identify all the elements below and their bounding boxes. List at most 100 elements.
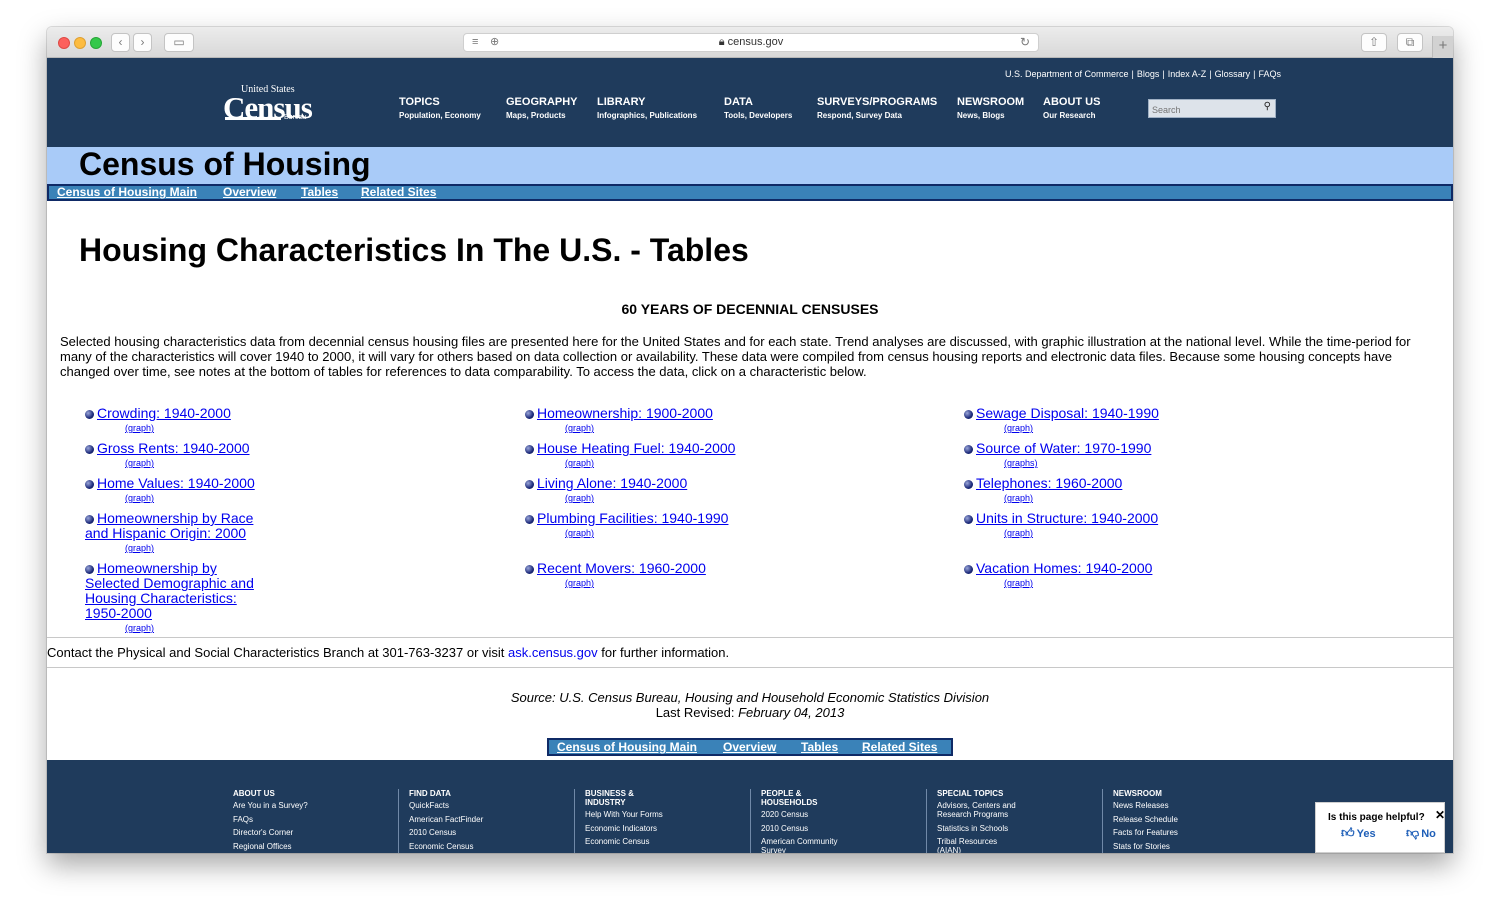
characteristic-link[interactable]: Vacation Homes: 1940-2000 bbox=[964, 561, 1224, 576]
nav-library[interactable]: LIBRARY Infographics, Publications bbox=[597, 96, 697, 120]
reload-icon[interactable]: ↻ bbox=[1020, 34, 1030, 51]
characteristic-link[interactable]: Crowding: 1940-2000 bbox=[85, 406, 305, 421]
census-logo[interactable]: United States Census Bureau bbox=[223, 84, 315, 125]
footer-link[interactable]: Director's Corner bbox=[233, 828, 403, 837]
forward-button[interactable]: › bbox=[133, 33, 152, 52]
nav-newsroom[interactable]: NEWSROOM News, Blogs bbox=[957, 96, 1024, 120]
characteristic-link[interactable]: Gross Rents: 1940-2000 bbox=[85, 441, 305, 456]
footer-link[interactable]: 2020 Census bbox=[761, 810, 920, 819]
footer-link[interactable]: Statistics in Schools bbox=[937, 824, 1096, 833]
graph-link[interactable]: (graph) bbox=[125, 458, 305, 468]
characteristic-link[interactable]: Source of Water: 1970-1990 bbox=[964, 441, 1224, 456]
bottom-subnav-link-main[interactable]: Census of Housing Main bbox=[557, 740, 697, 754]
list-item: Units in Structure: 1940-2000 (graph) bbox=[964, 511, 1224, 561]
sidebar-button[interactable]: ▭ bbox=[164, 33, 194, 52]
nav-surveys-programs[interactable]: SURVEYS/PROGRAMS Respond, Survey Data bbox=[817, 96, 937, 120]
characteristic-link[interactable]: Homeownership: 1900-2000 bbox=[525, 406, 785, 421]
source-block: Source: U.S. Census Bureau, Housing and … bbox=[47, 690, 1453, 720]
feedback-yes-button[interactable]: 👍︎ Yes bbox=[1341, 825, 1376, 841]
footer-link[interactable]: Are You in a Survey? bbox=[233, 801, 403, 810]
bottom-subnav-link-related-sites[interactable]: Related Sites bbox=[862, 740, 937, 754]
graph-link[interactable]: (graph) bbox=[565, 528, 785, 538]
footer-link[interactable]: QuickFacts bbox=[409, 801, 568, 810]
nav-topics[interactable]: TOPICS Population, Economy bbox=[399, 96, 481, 120]
graph-link[interactable]: (graph) bbox=[125, 623, 305, 633]
graph-link[interactable]: (graph) bbox=[565, 423, 785, 433]
graph-link[interactable]: (graph) bbox=[565, 493, 785, 503]
subnav-link-overview[interactable]: Overview bbox=[223, 186, 276, 199]
nav-geography[interactable]: GEOGRAPHY Maps, Products bbox=[506, 96, 578, 120]
footer-link[interactable]: American Community Survey bbox=[761, 837, 851, 853]
ask-census-link[interactable]: ask.census.gov bbox=[508, 645, 598, 660]
characteristic-link[interactable]: House Heating Fuel: 1940-2000 bbox=[525, 441, 785, 456]
footer-link[interactable]: Economic Census bbox=[409, 842, 568, 851]
footer-link[interactable]: American FactFinder bbox=[409, 815, 568, 824]
util-link-faqs[interactable]: FAQs bbox=[1258, 69, 1281, 79]
bullet-icon bbox=[85, 515, 94, 524]
footer-link[interactable]: Economic Census bbox=[585, 837, 744, 846]
address-bar[interactable]: ≡ ⊕ 🔒︎ census.gov ↻ bbox=[463, 33, 1039, 52]
close-window-button[interactable] bbox=[58, 37, 70, 49]
characteristic-link[interactable]: Units in Structure: 1940-2000 bbox=[964, 511, 1224, 526]
graph-link[interactable]: (graph) bbox=[125, 493, 305, 503]
zoom-window-button[interactable] bbox=[90, 37, 102, 49]
subnav-link-tables[interactable]: Tables bbox=[301, 186, 338, 199]
characteristic-link[interactable]: Living Alone: 1940-2000 bbox=[525, 476, 785, 491]
footer-link[interactable]: Regional Offices bbox=[233, 842, 403, 851]
footer-link[interactable]: 2010 Census bbox=[761, 824, 920, 833]
characteristic-link[interactable]: Home Values: 1940-2000 bbox=[85, 476, 305, 491]
util-link-glossary[interactable]: Glossary bbox=[1215, 69, 1251, 79]
util-link-commerce[interactable]: U.S. Department of Commerce bbox=[1005, 69, 1129, 79]
site-footer: ABOUT US Are You in a Survey? FAQs Direc… bbox=[47, 760, 1453, 853]
bottom-subnav-link-overview[interactable]: Overview bbox=[723, 740, 776, 754]
nav-about-us[interactable]: ABOUT US Our Research bbox=[1043, 96, 1100, 120]
nav-data[interactable]: DATA Tools, Developers bbox=[724, 96, 792, 120]
footer-link[interactable]: Release Schedule bbox=[1113, 815, 1272, 824]
characteristic-link[interactable]: Recent Movers: 1960-2000 bbox=[525, 561, 785, 576]
graph-link[interactable]: (graph) bbox=[1004, 493, 1224, 503]
graph-link[interactable]: (graph) bbox=[565, 458, 785, 468]
bullet-icon bbox=[964, 515, 973, 524]
characteristic-link[interactable]: Homeownership by Selected Demographic an… bbox=[85, 561, 275, 621]
characteristic-link[interactable]: Homeownership by Race and Hispanic Origi… bbox=[85, 511, 255, 541]
characteristic-link[interactable]: Plumbing Facilities: 1940-1990 bbox=[525, 511, 785, 526]
close-icon[interactable]: ✕ bbox=[1435, 808, 1445, 822]
footer-link[interactable]: Facts for Features bbox=[1113, 828, 1272, 837]
footer-link[interactable]: 2010 Census bbox=[409, 828, 568, 837]
tabs-overview-button[interactable]: ⧉ bbox=[1397, 33, 1423, 52]
bottom-subnav-link-tables[interactable]: Tables bbox=[801, 740, 838, 754]
footer-link[interactable]: FAQs bbox=[233, 815, 403, 824]
footer-link[interactable]: News Releases bbox=[1113, 801, 1272, 810]
feedback-no-button[interactable]: 👎︎ No bbox=[1406, 825, 1436, 841]
back-button[interactable]: ‹ bbox=[111, 33, 130, 52]
share-button[interactable]: ⇧ bbox=[1361, 33, 1387, 52]
footer-heading: BUSINESS & INDUSTRY bbox=[585, 789, 634, 807]
graph-link[interactable]: (graph) bbox=[125, 423, 305, 433]
util-link-index[interactable]: Index A-Z bbox=[1168, 69, 1207, 79]
graph-link[interactable]: (graph) bbox=[125, 543, 305, 553]
search-icon[interactable]: ⚲ bbox=[1264, 101, 1271, 112]
browser-window: ‹ › ▭ ≡ ⊕ 🔒︎ census.gov ↻ ⇧ ⧉ + U.S. Dep… bbox=[47, 27, 1453, 853]
graph-link[interactable]: (graph) bbox=[565, 578, 785, 588]
characteristic-link[interactable]: Telephones: 1960-2000 bbox=[964, 476, 1224, 491]
search-input[interactable] bbox=[1149, 101, 1257, 119]
list-item: Plumbing Facilities: 1940-1990 (graph) bbox=[525, 511, 785, 561]
characteristic-link[interactable]: Sewage Disposal: 1940-1990 bbox=[964, 406, 1224, 421]
footer-link[interactable]: Economic Indicators bbox=[585, 824, 744, 833]
new-tab-button[interactable]: + bbox=[1432, 36, 1453, 58]
graph-link[interactable]: (graph) bbox=[1004, 528, 1224, 538]
footer-link[interactable]: Tribal Resources (AIAN) bbox=[937, 837, 1012, 853]
footer-link[interactable]: Stats for Stories bbox=[1113, 842, 1272, 851]
footer-link[interactable]: Help With Your Forms bbox=[585, 810, 744, 819]
subnav-link-related-sites[interactable]: Related Sites bbox=[361, 186, 436, 199]
graph-link[interactable]: (graphs) bbox=[1004, 458, 1224, 468]
footer-link[interactable]: Advisors, Centers and Research Programs bbox=[937, 801, 1032, 819]
util-link-blogs[interactable]: Blogs bbox=[1137, 69, 1160, 79]
graph-link[interactable]: (graph) bbox=[1004, 423, 1224, 433]
reader-icon[interactable]: ≡ bbox=[472, 34, 478, 51]
subnav-link-main[interactable]: Census of Housing Main bbox=[57, 186, 197, 199]
minimize-window-button[interactable] bbox=[74, 37, 86, 49]
list-item: Home Values: 1940-2000 (graph) bbox=[85, 476, 305, 511]
graph-link[interactable]: (graph) bbox=[1004, 578, 1224, 588]
add-icon[interactable]: ⊕ bbox=[490, 34, 499, 51]
